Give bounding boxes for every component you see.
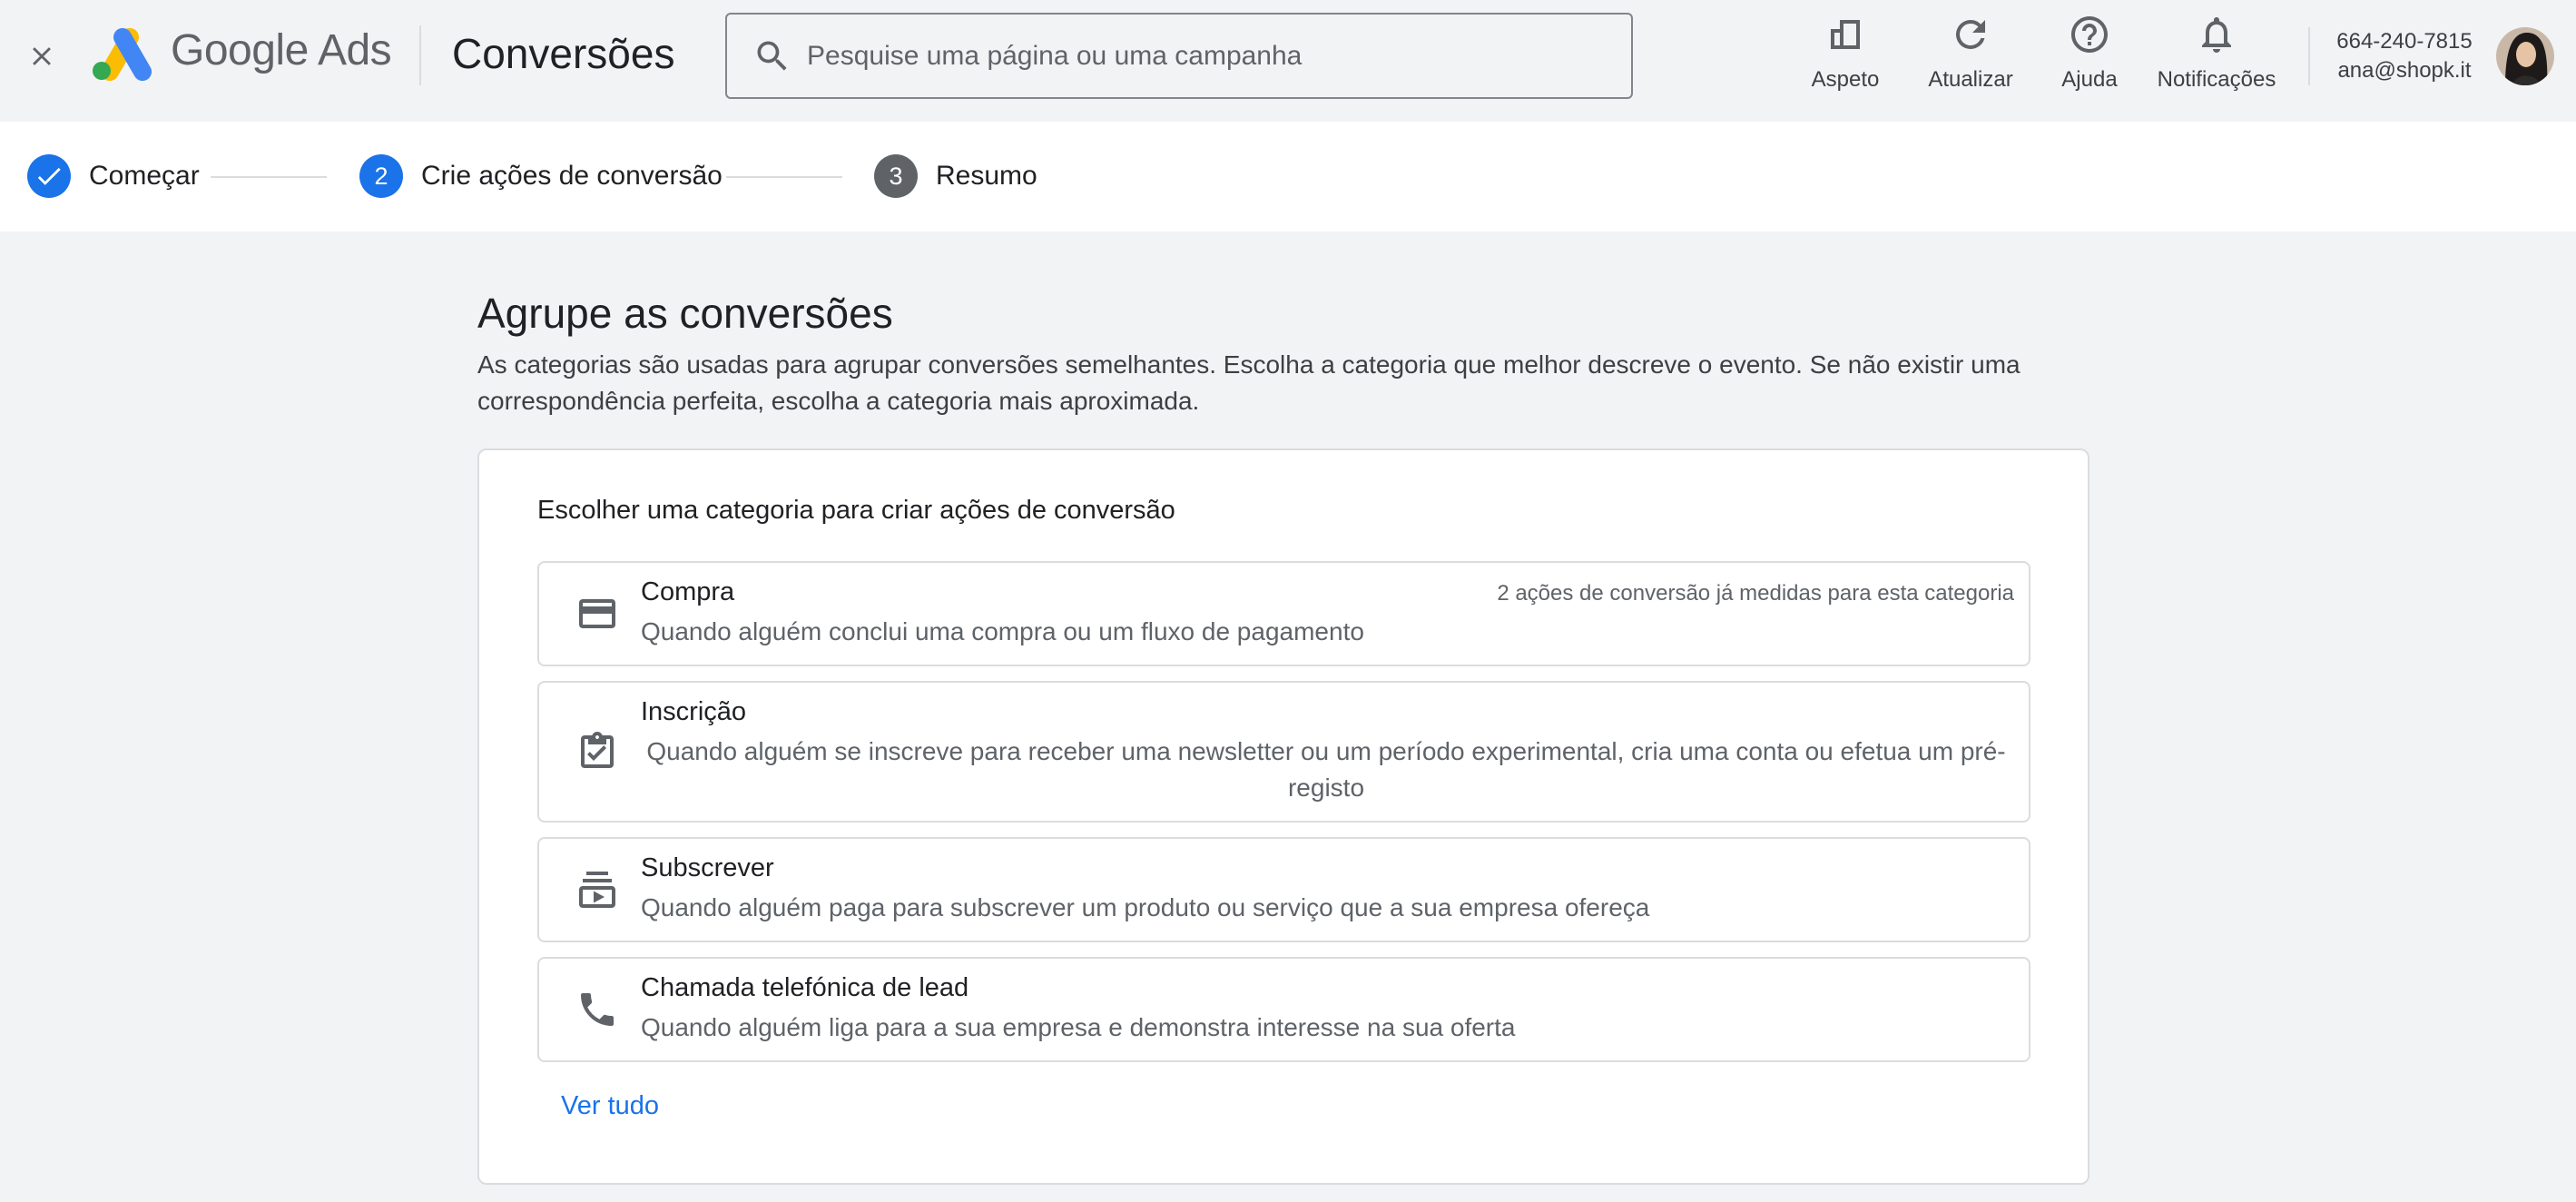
refresh-icon [1956,20,1985,49]
credit-card-icon [579,599,615,628]
notifications-button[interactable]: Notificações [2148,9,2286,100]
appearance-button[interactable]: Aspeto [1806,9,1884,100]
category-option-subscrever[interactable]: Subscrever Quando alguém paga para subsc… [537,837,2030,942]
option-description: Quando alguém se inscreve para receber u… [646,737,2006,802]
step-2[interactable]: 2 Crie ações de conversão [359,154,723,198]
search-input[interactable] [807,40,1588,72]
option-title: Subscrever [641,853,774,882]
category-option-chamada-telefonica[interactable]: Chamada telefónica de lead Quando alguém… [537,957,2030,1062]
step-1[interactable]: Começar [27,154,200,198]
category-option-inscricao[interactable]: Inscrição Quando alguém se inscreve para… [537,681,2030,823]
category-option-compra[interactable]: Compra Quando alguém conclui uma compra … [537,561,2030,666]
step-1-label: Começar [89,161,200,191]
account-phone: 664-240-7815 [2336,29,2473,54]
brand-google: Google [171,26,309,74]
user-avatar-icon [2496,27,2554,85]
card-title: Escolher uma categoria para criar ações … [537,496,1175,525]
top-app-bar: Google Ads Conversões Aspeto Atualizar A… [0,0,2576,122]
account-email: ana@shopk.it [2337,58,2472,83]
help-button[interactable]: Ajuda [2053,9,2126,100]
option-description: Quando alguém liga para a sua empresa e … [641,1013,1516,1041]
step-connector [211,176,327,178]
google-ads-logo-icon [93,27,152,82]
search-box[interactable] [725,13,1633,99]
subscriptions-icon [579,872,615,908]
step-3-number: 3 [874,154,918,198]
progress-stepper: Começar 2 Crie ações de conversão 3 Resu… [0,122,2576,232]
close-icon [33,47,51,65]
page-title: Conversões [452,30,675,77]
search-icon [757,41,787,71]
refresh-button[interactable]: Atualizar [1922,9,2019,100]
category-card: Escolher uma categoria para criar ações … [477,448,2089,1185]
appearance-icon [1831,20,1860,49]
option-title: Compra [641,577,735,606]
step-2-label: Crie ações de conversão [421,161,723,191]
clipboard-check-icon [581,732,614,768]
option-note: 2 ações de conversão já medidas para est… [1497,581,2014,606]
phone-icon [581,993,614,1026]
option-description: Quando alguém conclui uma compra ou um f… [641,617,1364,645]
avatar[interactable] [2496,27,2554,85]
step-3[interactable]: 3 Resumo [874,154,1037,198]
step-connector [726,176,842,178]
help-label: Ajuda [2061,67,2118,92]
see-all-link[interactable]: Ver tudo [561,1091,659,1121]
brand-ads: Ads [317,26,392,74]
step-2-number: 2 [359,154,403,198]
appearance-label: Aspeto [1811,67,1880,92]
help-icon [2071,16,2108,53]
section-description: As categorias são usadas para agrupar co… [477,350,2020,415]
account-divider [2308,27,2310,85]
product-name: Google Ads [171,25,392,75]
option-description: Quando alguém paga para subscrever um pr… [641,893,1650,921]
section-heading: Agrupe as conversões [477,290,893,337]
refresh-label: Atualizar [1928,67,2013,92]
step-1-check-icon [27,154,71,198]
header-divider [419,25,421,85]
close-button[interactable] [20,34,64,78]
step-3-label: Resumo [936,161,1037,191]
option-title: Chamada telefónica de lead [641,973,969,1002]
option-title: Inscrição [641,697,747,726]
notifications-label: Notificações [2157,67,2276,92]
account-info[interactable]: 664-240-7815 ana@shopk.it [2333,27,2476,85]
bell-icon [2202,17,2231,53]
